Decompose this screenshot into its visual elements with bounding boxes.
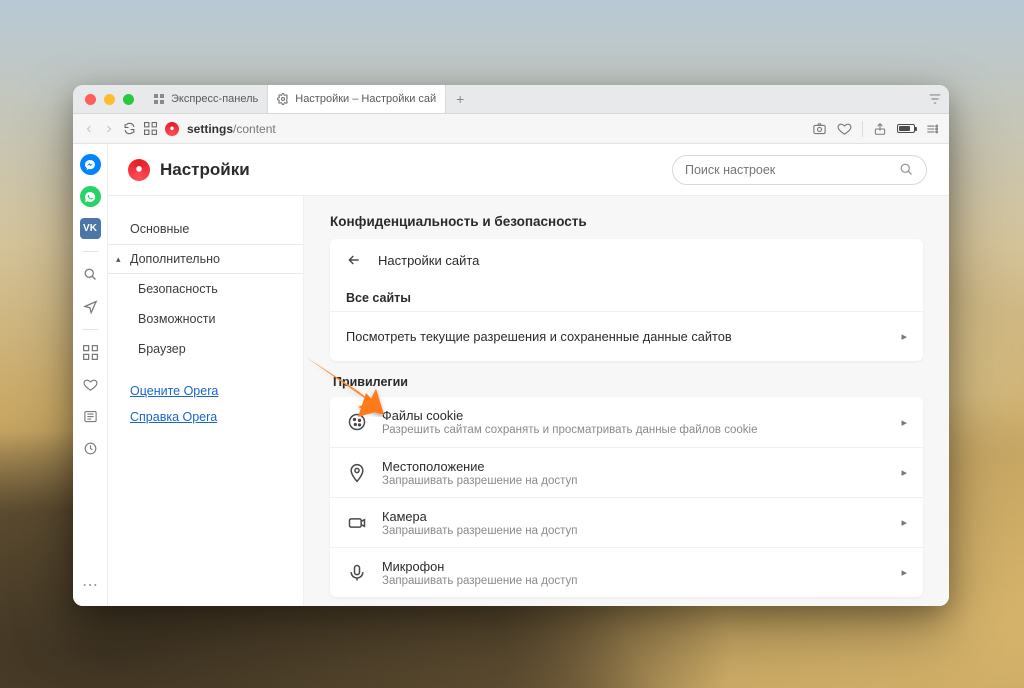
back-arrow-icon[interactable] <box>346 252 362 268</box>
separator <box>862 121 863 137</box>
settings-nav: Основные Дополнительно Безопасность Возм… <box>108 196 304 606</box>
bookmarks-rail-icon[interactable] <box>80 374 101 395</box>
vk-icon[interactable]: VK <box>80 218 101 239</box>
page-body: VK ⋯ <box>73 144 949 606</box>
page-title: Настройки <box>160 160 250 180</box>
battery-icon[interactable] <box>897 124 915 133</box>
privileges-card: Файлы cookie Разрешить сайтам сохранять … <box>330 397 923 597</box>
back-button[interactable] <box>83 123 95 135</box>
minimize-window-button[interactable] <box>104 94 115 105</box>
rail-separator <box>82 329 98 330</box>
page-header: Настройки <box>108 144 949 196</box>
url-path: /content <box>233 122 276 136</box>
forward-button[interactable] <box>103 123 115 135</box>
location-icon <box>346 462 368 484</box>
tab-settings[interactable]: Настройки – Настройки сай <box>268 85 446 113</box>
new-tab-button[interactable]: + <box>446 91 474 107</box>
tab-label: Настройки – Настройки сай <box>295 93 436 105</box>
chevron-right-icon: ▸ <box>901 466 907 479</box>
row-cookies-title: Файлы cookie <box>382 408 887 423</box>
nav-basics[interactable]: Основные <box>108 214 303 244</box>
row-camera-sub: Запрашивать разрешение на доступ <box>382 525 887 537</box>
camera-icon <box>346 512 368 534</box>
row-microphone[interactable]: Микрофон Запрашивать разрешение на досту… <box>330 547 923 597</box>
browser-window: Экспресс-панель Настройки – Настройки са… <box>73 85 949 606</box>
whatsapp-icon[interactable] <box>80 186 101 207</box>
chevron-right-icon: ▸ <box>901 330 907 343</box>
row-location[interactable]: Местоположение Запрашивать разрешение на… <box>330 447 923 497</box>
tab-label: Экспресс-панель <box>171 93 258 105</box>
flow-rail-icon[interactable] <box>80 296 101 317</box>
row-mic-sub: Запрашивать разрешение на доступ <box>382 575 887 587</box>
snapshot-icon[interactable] <box>812 121 827 136</box>
side-rail: VK ⋯ <box>73 144 108 606</box>
opera-icon <box>165 122 179 136</box>
tab-speed-dial[interactable]: Экспресс-панель <box>144 85 268 113</box>
share-icon[interactable] <box>873 122 887 136</box>
bookmark-icon[interactable] <box>837 121 852 136</box>
tab-strip: Экспресс-панель Настройки – Настройки са… <box>73 85 949 114</box>
window-controls <box>73 94 144 105</box>
url-field[interactable]: settings/content <box>187 122 804 136</box>
chevron-right-icon: ▸ <box>901 416 907 429</box>
search-input[interactable] <box>685 163 891 177</box>
search-rail-icon[interactable] <box>80 264 101 285</box>
speed-dial-button[interactable] <box>144 122 157 135</box>
nav-browser[interactable]: Браузер <box>108 334 303 364</box>
rail-more-icon[interactable]: ⋯ <box>80 575 101 596</box>
nav-features[interactable]: Возможности <box>108 304 303 334</box>
address-actions <box>812 121 939 137</box>
all-sites-label: Все сайты <box>330 281 923 311</box>
content: Настройки Основные Дополнительно Безопас… <box>108 144 949 606</box>
row-mic-title: Микрофон <box>382 559 887 574</box>
site-settings-header[interactable]: Настройки сайта <box>330 239 923 281</box>
search-icon <box>899 162 914 177</box>
messenger-icon[interactable] <box>80 154 101 175</box>
tabs-menu-button[interactable] <box>921 92 949 106</box>
row-view-permissions[interactable]: Посмотреть текущие разрешения и сохранен… <box>330 311 923 361</box>
row-location-sub: Запрашивать разрешение на доступ <box>382 475 887 487</box>
nav-advanced[interactable]: Дополнительно <box>108 244 303 274</box>
grid-icon <box>153 93 165 105</box>
section-privacy-title: Конфиденциальность и безопасность <box>330 214 923 229</box>
microphone-icon <box>346 562 368 584</box>
row-cookies[interactable]: Файлы cookie Разрешить сайтам сохранять … <box>330 397 923 447</box>
settings-body: Конфиденциальность и безопасность Настро… <box>304 196 949 606</box>
reload-button[interactable] <box>123 122 136 135</box>
opera-logo <box>128 159 150 181</box>
history-rail-icon[interactable] <box>80 438 101 459</box>
address-bar: settings/content <box>73 114 949 144</box>
chevron-right-icon: ▸ <box>901 516 907 529</box>
main-split: Основные Дополнительно Безопасность Возм… <box>108 196 949 606</box>
chevron-right-icon: ▸ <box>901 566 907 579</box>
nav-rate-opera[interactable]: Оцените Opera <box>108 378 303 404</box>
maximize-window-button[interactable] <box>123 94 134 105</box>
privileges-label: Привилегии <box>333 375 923 389</box>
close-window-button[interactable] <box>85 94 96 105</box>
news-rail-icon[interactable] <box>80 406 101 427</box>
row-camera-title: Камера <box>382 509 887 524</box>
row-cookies-sub: Разрешить сайтам сохранять и просматрива… <box>382 424 887 436</box>
rail-separator <box>82 251 98 252</box>
site-settings-label: Настройки сайта <box>378 253 479 268</box>
callout-arrow-icon <box>300 347 386 417</box>
settings-search[interactable] <box>672 155 927 185</box>
url-origin: settings <box>187 122 233 136</box>
nav-security[interactable]: Безопасность <box>108 274 303 304</box>
row-view-permissions-title: Посмотреть текущие разрешения и сохранен… <box>346 329 887 344</box>
site-settings-card: Настройки сайта Все сайты Посмотреть тек… <box>330 239 923 361</box>
gear-icon <box>277 93 289 105</box>
nav-help-opera[interactable]: Справка Opera <box>108 404 303 430</box>
row-camera[interactable]: Камера Запрашивать разрешение на доступ … <box>330 497 923 547</box>
row-location-title: Местоположение <box>382 459 887 474</box>
easy-setup-icon[interactable] <box>925 122 939 136</box>
workspaces-rail-icon[interactable] <box>80 342 101 363</box>
